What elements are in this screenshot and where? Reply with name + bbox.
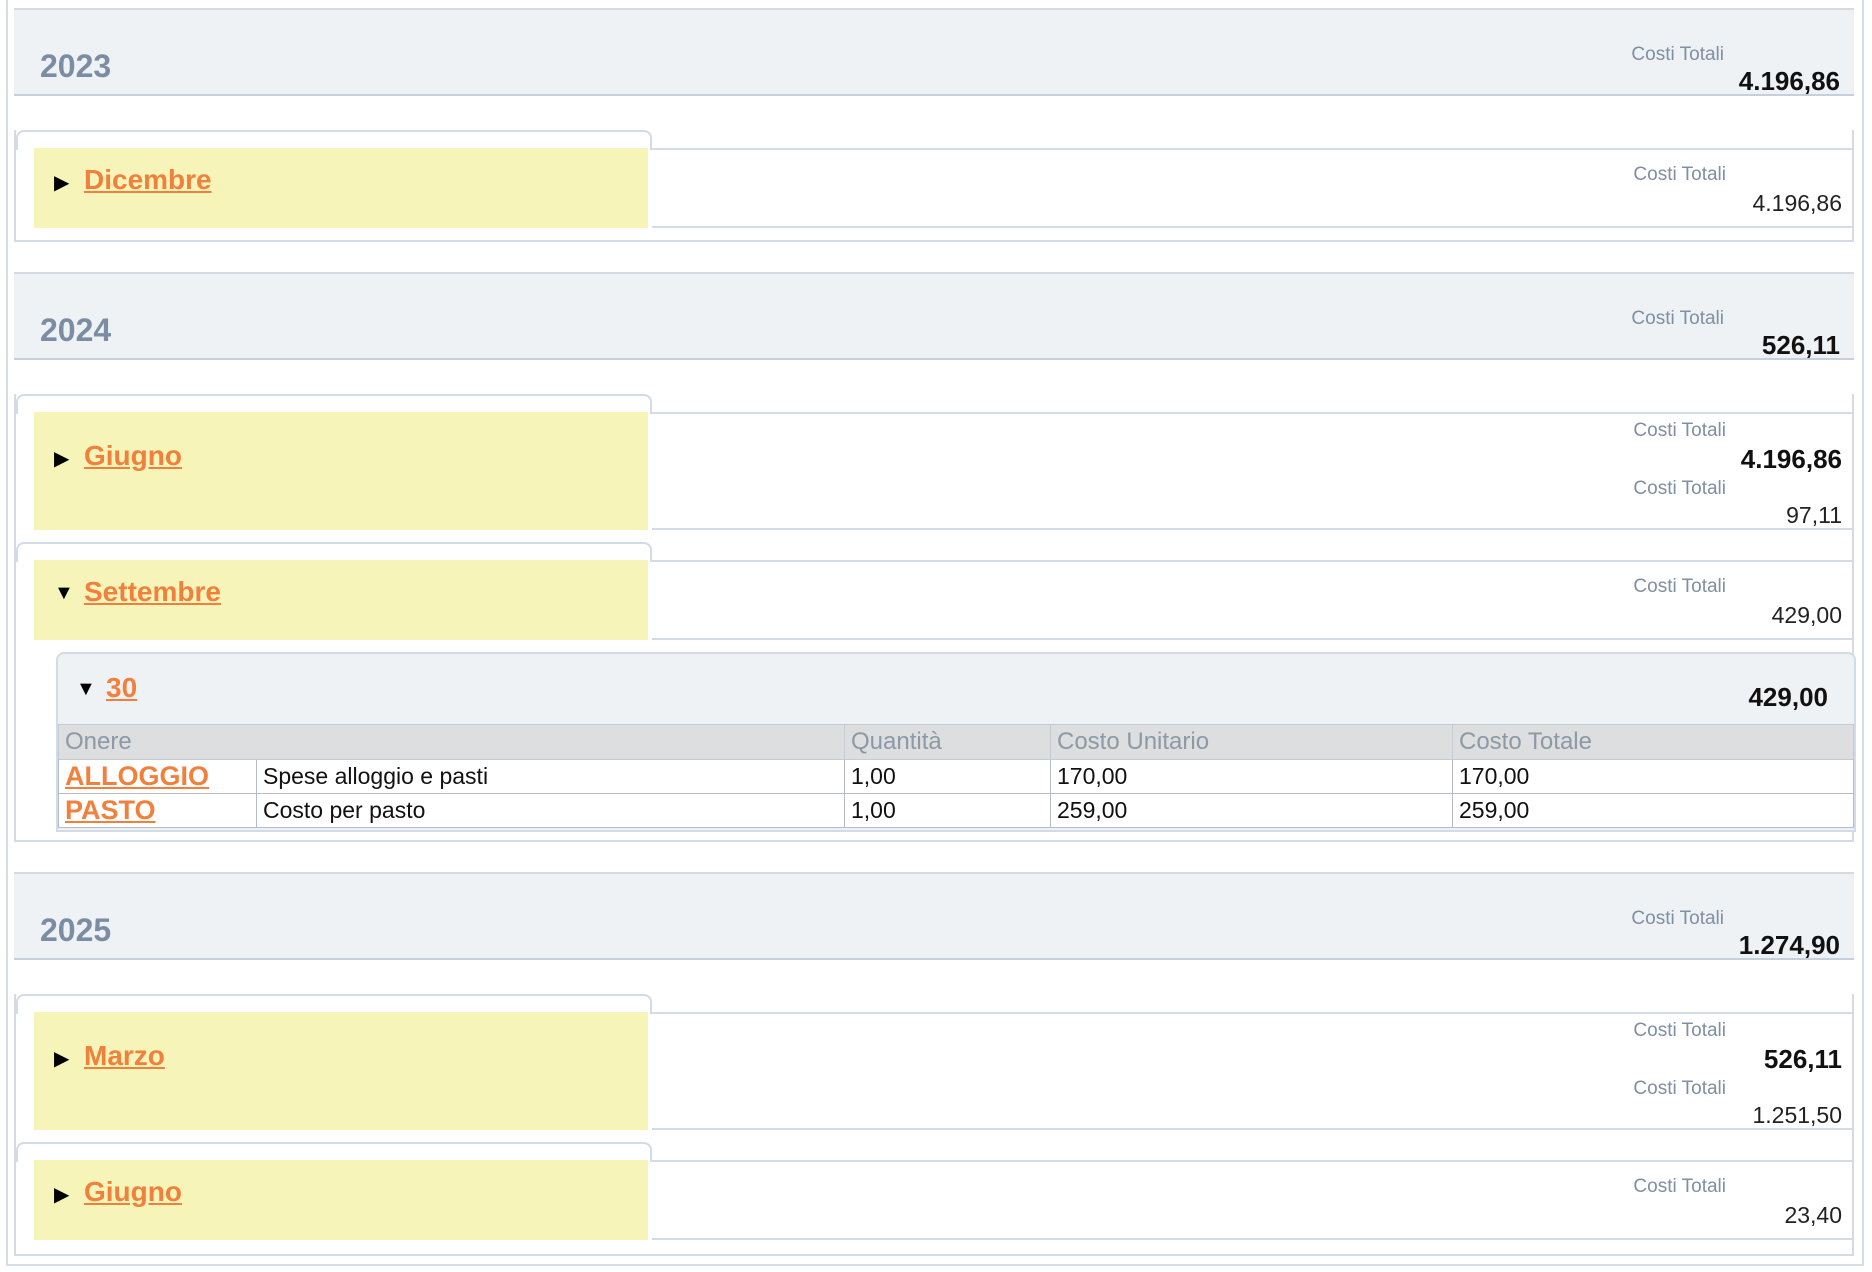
costi-totali-label: Costi Totali [1633, 1020, 1726, 1041]
month-link[interactable]: Giugno [84, 1176, 182, 1208]
month-row-dicembre: ▶ Dicembre Costi Totali 4.196,86 [16, 148, 1856, 228]
column-header[interactable]: Costo Totale [1452, 724, 1854, 760]
month-header[interactable]: ▶ Marzo [34, 1012, 648, 1130]
year-total: 1.274,90 [1738, 930, 1840, 960]
column-header[interactable]: Onere [58, 724, 845, 760]
month-header[interactable]: ▶ Dicembre [34, 148, 648, 228]
year-total: 4.196,86 [1738, 66, 1840, 96]
costi-totali-label: Costi Totali [1633, 1078, 1726, 1099]
qty-cell: 1,00 [844, 759, 1051, 794]
month-subtotal: 526,11 [1763, 1044, 1842, 1074]
month-header[interactable]: ▶ Giugno [34, 412, 648, 530]
year-label: 2024 [40, 312, 112, 348]
total-cost-cell: 170,00 [1452, 759, 1854, 794]
description-cell: Spese alloggio e pasti [256, 759, 845, 794]
month-group-2024: ▶ Giugno Costi Totali 4.196,86 Costi Tot… [14, 394, 1856, 842]
triangle-down-icon[interactable]: ▼ [76, 678, 96, 701]
year-label: 2023 [40, 48, 112, 84]
costi-totali-label: Costi Totali [1631, 908, 1724, 929]
month-row-giugno-2025: ▶ Giugno Costi Totali 23,40 [16, 1160, 1856, 1240]
month-row-giugno: ▶ Giugno Costi Totali 4.196,86 Costi Tot… [16, 412, 1856, 530]
cost-detail-table: Onere Quantità Costo Unitario Costo Tota… [58, 724, 1854, 828]
costi-totali-label: Costi Totali [1631, 44, 1724, 65]
year-total: 526,11 [1761, 330, 1840, 360]
year-label: 2025 [40, 912, 112, 948]
costi-totali-label: Costi Totali [1633, 420, 1726, 441]
day-panel: ▼ 30 429,00 Onere Quantità Costo Unitari… [56, 652, 1856, 832]
table-row: PASTO Costo per pasto 1,00 259,00 259,00 [58, 793, 1854, 828]
month-total: 4.196,86 [1752, 190, 1842, 216]
month-link[interactable]: Settembre [84, 576, 221, 608]
unit-cost-cell: 170,00 [1050, 759, 1453, 794]
day-link[interactable]: 30 [106, 672, 137, 704]
month-total: 97,11 [1786, 502, 1842, 528]
costi-totali-label: Costi Totali [1633, 1176, 1726, 1197]
costi-totali-label: Costi Totali [1633, 164, 1726, 185]
onere-link[interactable]: PASTO [65, 795, 156, 825]
month-total: 429,00 [1771, 602, 1842, 628]
month-header[interactable]: ▶ Giugno [34, 1160, 648, 1240]
month-row-marzo: ▶ Marzo Costi Totali 526,11 Costi Totali… [16, 1012, 1856, 1130]
triangle-right-icon[interactable]: ▶ [54, 446, 69, 471]
triangle-right-icon[interactable]: ▶ [54, 1182, 69, 1207]
triangle-right-icon[interactable]: ▶ [54, 1046, 69, 1071]
month-link[interactable]: Marzo [84, 1040, 165, 1072]
column-header[interactable]: Costo Unitario [1050, 724, 1453, 760]
onere-link[interactable]: ALLOGGIO [65, 761, 209, 791]
costi-totali-label: Costi Totali [1633, 576, 1726, 597]
total-cost-cell: 259,00 [1452, 793, 1854, 828]
triangle-down-icon[interactable]: ▼ [54, 582, 74, 605]
day-total: 429,00 [1748, 682, 1828, 712]
month-total: 1.251,50 [1752, 1102, 1842, 1128]
month-row-settembre: ▼ Settembre Costi Totali 429,00 [16, 560, 1856, 640]
table-header-row: Onere Quantità Costo Unitario Costo Tota… [58, 724, 1854, 760]
column-header[interactable]: Quantità [844, 724, 1051, 760]
qty-cell: 1,00 [844, 793, 1051, 828]
description-cell: Costo per pasto [256, 793, 845, 828]
costi-totali-label: Costi Totali [1633, 478, 1726, 499]
unit-cost-cell: 259,00 [1050, 793, 1453, 828]
triangle-right-icon[interactable]: ▶ [54, 170, 69, 195]
month-group-2023: ▶ Dicembre Costi Totali 4.196,86 [14, 130, 1854, 242]
year-header-2024: 2024 Costi Totali 526,11 [14, 272, 1854, 360]
year-header-2023: 2023 Costi Totali 4.196,86 [14, 8, 1854, 96]
month-link[interactable]: Dicembre [84, 164, 212, 196]
month-total: 23,40 [1784, 1202, 1842, 1228]
month-subtotal: 4.196,86 [1740, 444, 1842, 474]
table-row: ALLOGGIO Spese alloggio e pasti 1,00 170… [58, 759, 1854, 794]
year-header-2025: 2025 Costi Totali 1.274,90 [14, 872, 1854, 960]
month-group-2025: ▶ Marzo Costi Totali 526,11 Costi Totali… [14, 994, 1854, 1256]
month-link[interactable]: Giugno [84, 440, 182, 472]
month-header[interactable]: ▼ Settembre [34, 560, 648, 640]
costi-totali-label: Costi Totali [1631, 308, 1724, 329]
